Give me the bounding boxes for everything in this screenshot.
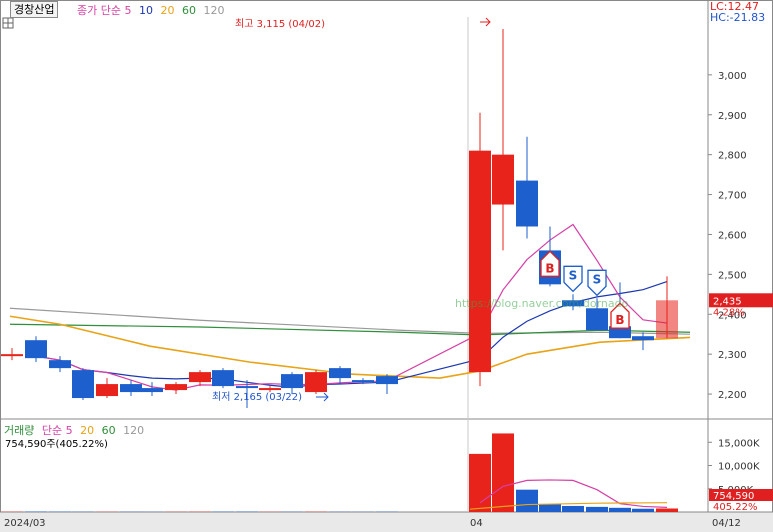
price-header: 종가 단순 5 10 20 60 120 — [77, 2, 225, 18]
candle-body — [25, 340, 47, 359]
hc-value: HC:-21.83 — [710, 11, 766, 24]
signal-label: B — [545, 261, 554, 275]
date-end-label: 04/12 — [712, 518, 741, 529]
ma-type-label: 단순 — [100, 4, 121, 17]
volume-bar — [562, 505, 584, 512]
candle-body — [259, 388, 281, 391]
low-annotation: 최저 2,165 (03/22) — [212, 391, 302, 403]
date-mid-label: 04 — [470, 518, 483, 529]
volume-current-label: 754,590 — [713, 491, 754, 502]
price-tick-label: 2,600 — [718, 230, 747, 241]
ma10-label: 10 — [139, 4, 153, 17]
candle-body — [492, 154, 514, 205]
current-price-label: 2,435 — [713, 296, 742, 307]
price-type-label: 종가 — [77, 4, 98, 17]
candle-body — [376, 376, 398, 385]
candle-body — [165, 384, 187, 391]
volume-bar — [586, 506, 608, 512]
sell-signal-marker: S — [563, 265, 583, 293]
sell-signal-marker: S — [587, 269, 607, 297]
candle-body — [120, 384, 142, 393]
volume-bar — [656, 508, 678, 512]
chart-border — [0, 0, 773, 532]
candle-body — [352, 380, 374, 383]
stock-name: 경창산업 — [14, 3, 55, 16]
candle-body — [212, 370, 234, 387]
volume-pct-label: 405.22% — [713, 502, 758, 513]
price-tick-label: 2,900 — [718, 111, 747, 122]
volume-ma120-label: 120 — [123, 424, 145, 437]
watermark: https://blog.naver.com/dornado — [455, 297, 629, 310]
price-tick-label: 2,700 — [718, 191, 747, 202]
ma5-label: 5 — [124, 4, 132, 17]
ma120-label: 120 — [203, 4, 225, 17]
volume-bar — [632, 508, 654, 512]
stock-name-box[interactable]: 경창산업 — [10, 1, 59, 18]
candle-body — [305, 372, 327, 393]
date-start-label: 2024/03 — [4, 518, 46, 529]
price-tick-label: 2,800 — [718, 151, 747, 162]
candle-body — [236, 386, 258, 389]
price-tick-label: 3,000 — [718, 71, 747, 82]
volume-bar — [492, 433, 514, 512]
price-tick-label: 2,500 — [718, 270, 747, 281]
candle-body — [586, 308, 608, 331]
candle-body — [281, 374, 303, 389]
ma60-label: 60 — [182, 4, 196, 17]
candle-body — [329, 368, 351, 379]
date-axis-band — [0, 512, 773, 532]
signal-label: B — [615, 313, 624, 327]
volume-bar — [469, 453, 491, 512]
low-arrow — [316, 392, 329, 402]
candle-body — [96, 384, 118, 397]
signal-label: S — [593, 272, 602, 286]
candle-body — [656, 300, 678, 339]
candle-body — [469, 150, 491, 373]
candle-body — [632, 336, 654, 341]
volume-tick-label: 15,000K — [718, 438, 760, 449]
high-annotation: 최고 3,115 (04/02) — [235, 18, 325, 30]
price-tick-label: 2,200 — [718, 390, 747, 401]
candle-body — [49, 360, 71, 369]
volume-bar — [516, 489, 538, 512]
stock-chart: 3,0002,9002,8002,7002,6002,5002,4002,300… — [0, 0, 773, 532]
candle-body — [189, 372, 211, 383]
candle-body — [1, 354, 23, 357]
volume-bar — [609, 507, 631, 512]
candle-body — [72, 370, 94, 399]
volume-current: 754,590주(405.22%) — [5, 439, 108, 450]
ma20-label: 20 — [160, 4, 175, 17]
volume-bar — [539, 504, 561, 512]
price-tick-label: 2,300 — [718, 350, 747, 361]
volume-tick-label: 10,000K — [718, 462, 760, 473]
grid-icon — [2, 17, 14, 29]
candle-body — [141, 388, 163, 393]
high-arrow — [480, 17, 491, 27]
signal-label: S — [569, 268, 578, 282]
candle-body — [516, 180, 538, 227]
current-pct-label: 4.28% — [713, 307, 745, 318]
